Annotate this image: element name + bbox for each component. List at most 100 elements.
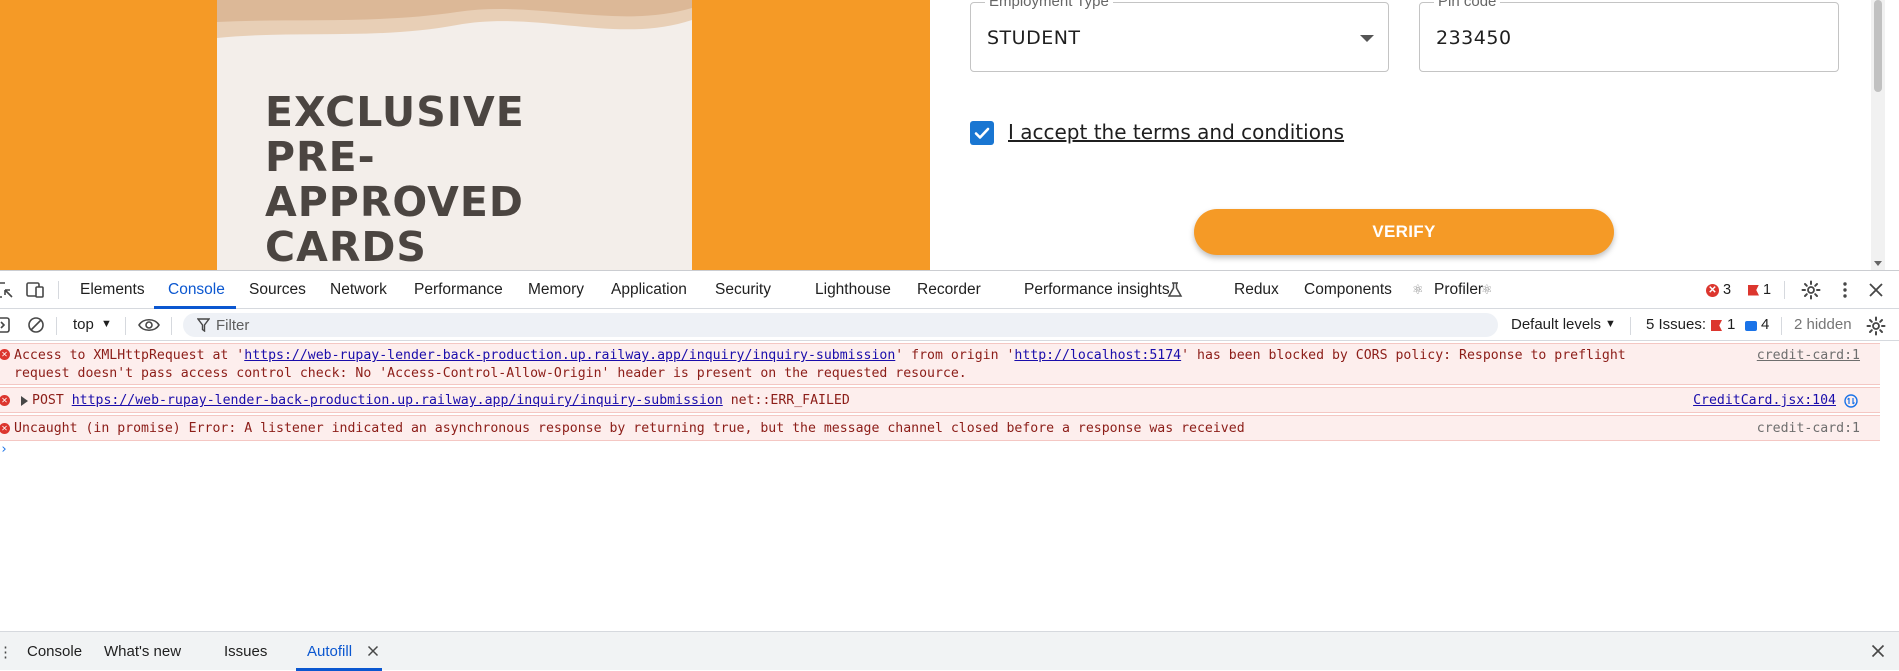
issues-label[interactable]: 5 Issues:: [1646, 316, 1706, 333]
device-toolbar-icon[interactable]: [26, 281, 44, 299]
console-error-message[interactable]: ✕ POST https://web-rupay-lender-back-pro…: [0, 387, 1880, 413]
message-text: Access to XMLHttpRequest at 'https://web…: [14, 348, 1626, 363]
tab-memory[interactable]: Memory: [528, 281, 584, 299]
drawer-tab-autofill[interactable]: Autofill: [307, 643, 352, 660]
verify-button[interactable]: VERIFY: [1194, 209, 1614, 255]
request-url-link[interactable]: https://web-rupay-lender-back-production…: [244, 348, 895, 363]
error-icon: ✕: [0, 395, 10, 406]
message-text-part: ' has been blocked by CORS policy: Respo…: [1181, 348, 1626, 363]
divider: [1784, 281, 1785, 299]
issue-flag-icon: [1711, 320, 1722, 331]
tab-sources[interactable]: Sources: [249, 281, 306, 299]
source-link[interactable]: credit-card:1: [1757, 348, 1860, 363]
devtools-tabbar: Elements Console Sources Network Perform…: [0, 271, 1899, 309]
terms-checkbox[interactable]: [970, 121, 994, 145]
hidden-count: 2 hidden: [1794, 316, 1852, 333]
inspect-element-icon[interactable]: [0, 281, 14, 299]
settings-gear-icon[interactable]: [1801, 280, 1821, 300]
pin-code-field[interactable]: Pin code 233450: [1419, 0, 1839, 72]
page-scrollbar[interactable]: [1871, 0, 1885, 270]
log-levels-dropdown[interactable]: Default levels: [1511, 316, 1601, 333]
close-devtools-icon[interactable]: [1868, 282, 1884, 298]
divider: [1781, 317, 1782, 335]
tab-console[interactable]: Console: [168, 281, 225, 299]
console-output: ✕ Access to XMLHttpRequest at 'https://w…: [0, 342, 1899, 628]
divider: [171, 317, 172, 335]
more-options-icon[interactable]: [1836, 281, 1854, 299]
clear-console-icon[interactable]: [27, 316, 45, 334]
error-count-badge[interactable]: ✕ 3: [1706, 282, 1731, 298]
close-drawer-icon[interactable]: [1871, 644, 1885, 658]
message-text: POST https://web-rupay-lender-back-produ…: [32, 393, 850, 408]
console-toolbar: top ▼ Filter Default levels ▼ 5 Issues: …: [0, 309, 1899, 341]
application-form: Employment Type STUDENT Pin code 233450 …: [930, 0, 1885, 270]
console-filter-input[interactable]: Filter: [183, 313, 1498, 337]
scrollbar-thumb[interactable]: [1874, 0, 1882, 92]
drawer-tab-issues[interactable]: Issues: [224, 643, 267, 660]
info-message-icon: [1745, 321, 1757, 331]
tab-components[interactable]: Components: [1304, 281, 1392, 299]
live-expression-eye-icon[interactable]: [138, 317, 160, 333]
promo-title-line: EXCLUSIVE: [265, 88, 525, 136]
dropdown-caret-icon: [1360, 35, 1374, 42]
filter-placeholder: Filter: [216, 317, 250, 334]
experiment-flask-icon: [1167, 282, 1183, 297]
context-selector[interactable]: top: [73, 316, 94, 333]
source-location[interactable]: credit-card:1: [1757, 421, 1860, 436]
issue-flag-icon: [1748, 284, 1759, 296]
promo-wave-decoration: [217, 0, 692, 38]
issue-count: 1: [1763, 282, 1772, 298]
console-settings-gear-icon[interactable]: [1866, 316, 1886, 336]
issues-info-count[interactable]: 4: [1761, 316, 1769, 333]
divider: [1630, 317, 1631, 335]
console-error-message[interactable]: ✕ Access to XMLHttpRequest at 'https://w…: [0, 343, 1880, 385]
tab-redux[interactable]: Redux: [1234, 281, 1279, 299]
scroll-down-arrow-icon[interactable]: [1874, 261, 1882, 266]
source-link[interactable]: CreditCard.jsx:104: [1693, 393, 1836, 408]
divider: [58, 281, 59, 299]
sidebar-toggle-icon[interactable]: [0, 316, 12, 334]
console-prompt[interactable]: ›: [0, 442, 8, 457]
tab-elements[interactable]: Elements: [80, 281, 145, 299]
error-icon: ✕: [0, 349, 10, 360]
terms-link[interactable]: I accept the terms and conditions: [1008, 120, 1344, 144]
tab-security[interactable]: Security: [715, 281, 771, 299]
filter-funnel-icon: [197, 318, 210, 332]
divider: [125, 317, 126, 335]
promo-title-line: APPROVED: [265, 178, 524, 226]
promo-title: EXCLUSIVE PRE- APPROVED CARDS: [265, 90, 525, 270]
tab-recorder[interactable]: Recorder: [917, 281, 981, 299]
tab-performance-insights[interactable]: Performance insights: [1024, 281, 1170, 299]
drawer-menu-icon[interactable]: ⋮: [0, 643, 13, 661]
devtools-drawer-tabbar: ⋮ Console What's new Issues Autofill: [0, 631, 1899, 671]
pin-code-label: Pin code: [1434, 0, 1501, 10]
tab-application[interactable]: Application: [611, 281, 687, 299]
drawer-tab-console[interactable]: Console: [27, 643, 82, 660]
request-method: POST: [32, 393, 64, 408]
tab-lighthouse[interactable]: Lighthouse: [815, 281, 891, 299]
promo-title-line: PRE-: [265, 133, 376, 181]
pin-code-value: 233450: [1436, 27, 1512, 49]
drawer-tab-whats-new[interactable]: What's new: [104, 643, 181, 660]
employment-type-select[interactable]: Employment Type STUDENT: [970, 0, 1389, 72]
error-icon: ✕: [1706, 283, 1719, 297]
request-status: net::ERR_FAILED: [730, 393, 850, 408]
network-request-icon[interactable]: [1844, 394, 1858, 408]
checkmark-icon: [974, 127, 990, 139]
origin-url-link[interactable]: http://localhost:5174: [1014, 348, 1181, 363]
message-text: Uncaught (in promise) Error: A listener …: [14, 421, 1245, 436]
issues-error-count[interactable]: 1: [1727, 316, 1735, 333]
tab-profiler[interactable]: Profiler: [1434, 281, 1483, 299]
request-url-link[interactable]: https://web-rupay-lender-back-production…: [72, 393, 723, 408]
expand-arrow-icon[interactable]: [21, 396, 28, 406]
tab-performance[interactable]: Performance: [414, 281, 503, 299]
context-dropdown-icon[interactable]: ▼: [101, 318, 112, 330]
close-tab-icon[interactable]: [367, 645, 379, 657]
issue-count-badge[interactable]: 1: [1748, 282, 1771, 298]
error-icon: ✕: [0, 423, 10, 434]
divider: [56, 317, 57, 335]
employment-type-value: STUDENT: [987, 27, 1081, 49]
tab-network[interactable]: Network: [330, 281, 387, 299]
console-error-message[interactable]: ✕ Uncaught (in promise) Error: A listene…: [0, 415, 1880, 441]
levels-dropdown-icon[interactable]: ▼: [1605, 318, 1616, 330]
